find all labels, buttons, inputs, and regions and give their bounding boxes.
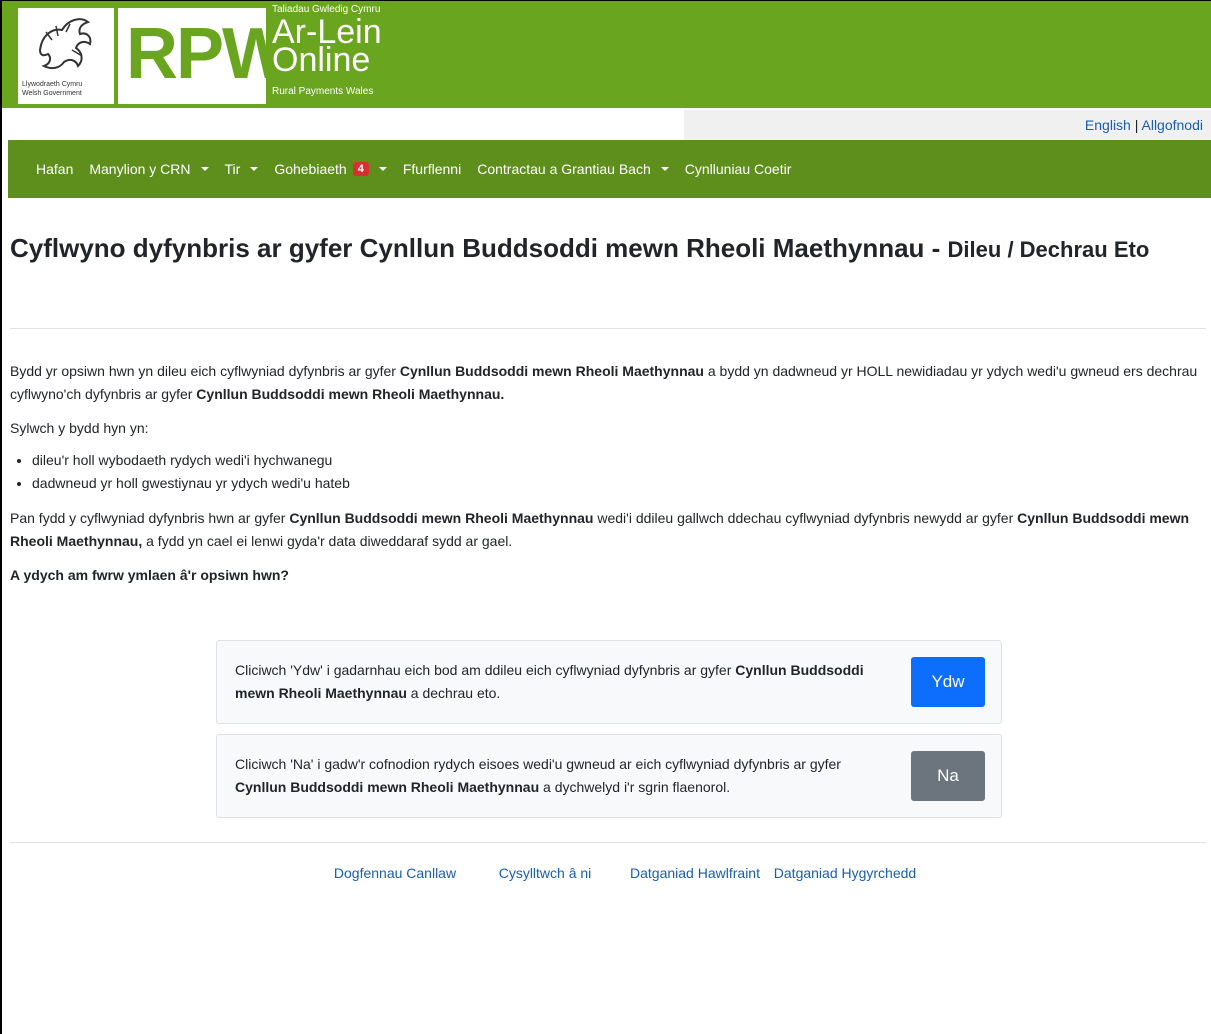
confirm-no-text: Cliciwch 'Na' i gadw'r cofnodion rydych …	[235, 756, 841, 795]
nav-manylion-crn[interactable]: Manylion y CRN	[89, 161, 218, 177]
site-header: Llywodraeth Cymru Welsh Government RPW T…	[0, 0, 1211, 108]
welsh-government-logo[interactable]: Llywodraeth Cymru Welsh Government	[18, 8, 114, 104]
dragon-icon	[38, 18, 92, 70]
no-button[interactable]: Na	[911, 751, 985, 801]
english-link[interactable]: English	[1085, 117, 1131, 133]
caret-down-icon	[378, 167, 387, 171]
footer-link-accessibility[interactable]: Datganiad Hygyrchedd	[770, 862, 920, 884]
note-paragraph: Sylwch y bydd hyn yn:	[10, 420, 149, 436]
nav-gohebiaeth[interactable]: Gohebiaeth 4	[274, 161, 397, 177]
page-title: Cyflwyno dyfynbris ar gyfer Cynllun Budd…	[10, 233, 1150, 263]
info-paragraph: Pan fydd y cyflwyniad dyfynbris hwn ar g…	[10, 510, 1190, 549]
nav-tir[interactable]: Tir	[225, 161, 269, 177]
confirm-yes-card: Cliciwch 'Ydw' i gadarnhau eich bod am d…	[216, 640, 1002, 724]
footer-link-contact[interactable]: Cysylltwch â ni	[470, 862, 620, 884]
page-subtitle: Dileu / Dechrau Eto	[947, 237, 1150, 262]
nav-contractau-grantiau[interactable]: Contractau a Grantiau Bach	[477, 161, 679, 177]
footer-link-guidance[interactable]: Dogfennau Canllaw	[320, 862, 470, 884]
list-item: dileu'r holl wybodaeth rydych wedi'i hyc…	[32, 449, 1206, 472]
brand-name: Ar-Lein Online	[272, 13, 382, 79]
unread-count-badge: 4	[352, 162, 369, 176]
intro-paragraph: Bydd yr opsiwn hwn yn dileu eich cyflwyn…	[10, 363, 1198, 402]
brand-tagline-english: Rural Payments Wales	[272, 86, 374, 97]
rpw-logo[interactable]: RPW	[126, 12, 290, 96]
caret-down-icon	[660, 167, 669, 171]
nav-hafan[interactable]: Hafan	[36, 161, 83, 177]
footer-divider	[10, 842, 1206, 843]
divider	[10, 328, 1206, 329]
language-bar: English | Allgofnodi	[684, 110, 1211, 140]
nav-cynlluniau-coetir[interactable]: Cynlluniau Coetir	[685, 161, 802, 177]
caret-down-icon	[200, 167, 209, 171]
caret-down-icon	[250, 167, 259, 171]
logout-link[interactable]: Allgofnodi	[1142, 117, 1204, 133]
confirm-no-card: Cliciwch 'Na' i gadw'r cofnodion rydych …	[216, 734, 1002, 818]
confirm-yes-text: Cliciwch 'Ydw' i gadarnhau eich bod am d…	[235, 662, 864, 701]
consequence-list: dileu'r holl wybodaeth rydych wedi'i hyc…	[32, 449, 1206, 495]
list-item: dadwneud yr holl gwestiynau yr ydych wed…	[32, 472, 1206, 495]
yes-button[interactable]: Ydw	[911, 657, 985, 707]
nav-ffurflenni[interactable]: Ffurflenni	[403, 161, 471, 177]
gov-logo-text: Llywodraeth Cymru Welsh Government	[22, 81, 83, 97]
footer-links: Dogfennau Canllaw Cysylltwch â ni Datgan…	[320, 862, 920, 884]
main-navbar: Hafan Manylion y CRN Tir Gohebiaeth 4 Ffu…	[8, 140, 1211, 198]
footer-link-copyright[interactable]: Datganiad Hawlfraint	[620, 862, 770, 884]
confirm-question: A ydych am fwrw ymlaen â'r opsiwn hwn?	[10, 567, 289, 583]
main-content: Bydd yr opsiwn hwn yn dileu eich cyflwyn…	[10, 360, 1206, 598]
